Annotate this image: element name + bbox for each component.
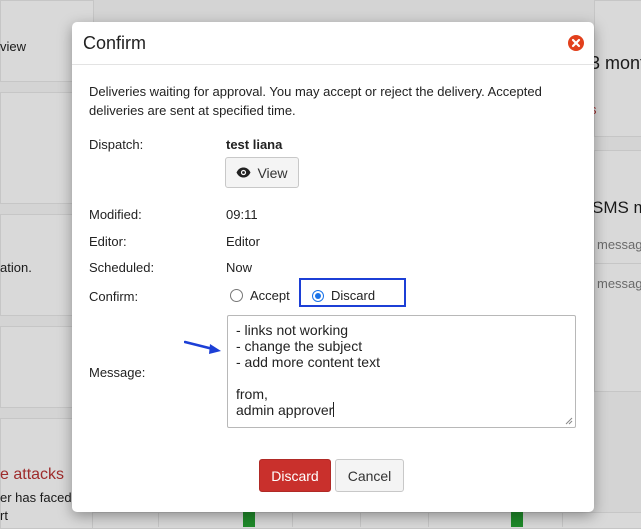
accept-radio-option[interactable]: Accept: [230, 288, 290, 303]
bg-bar: [511, 512, 523, 527]
bg-divider: [562, 512, 563, 527]
close-icon[interactable]: [568, 35, 584, 51]
dialog-header: Confirm: [72, 22, 594, 65]
discard-button[interactable]: Discard: [259, 459, 331, 492]
bg-panel: [594, 150, 641, 392]
bg-text: messag: [597, 237, 641, 252]
editor-value: Editor: [226, 234, 260, 249]
scheduled-label: Scheduled:: [89, 260, 155, 275]
dispatch-value: test liana: [226, 137, 283, 152]
scheduled-value: Now: [226, 260, 253, 275]
discard-radio-label: Discard: [331, 288, 376, 303]
eye-icon: [236, 165, 251, 181]
text-caret: [333, 402, 335, 417]
bg-text: 3 mont: [590, 53, 641, 73]
bg-divider: [428, 512, 429, 527]
bg-text: messag: [597, 276, 641, 291]
bg-divider: [158, 512, 159, 527]
bg-divider: [360, 512, 361, 527]
bg-bar: [243, 512, 255, 527]
view-button[interactable]: View: [225, 157, 299, 188]
bg-divider: [292, 512, 293, 527]
bg-text: view: [0, 39, 27, 54]
modified-label: Modified:: [89, 207, 142, 222]
message-label: Message:: [89, 365, 146, 380]
dispatch-label: Dispatch:: [89, 137, 144, 152]
bg-text: SMS m: [592, 198, 641, 217]
modified-value: 09:11: [226, 207, 258, 222]
discard-radio-option[interactable]: Discard: [312, 288, 375, 303]
resize-grip-icon[interactable]: [565, 417, 573, 425]
arrow-annotation-icon: [184, 340, 221, 354]
message-text: - links not working - change the subject…: [236, 322, 380, 418]
bg-text: rt: [0, 508, 8, 523]
editor-label: Editor:: [89, 234, 127, 249]
discard-radio[interactable]: [312, 289, 324, 302]
dialog-intro-text: Deliveries waiting for approval. You may…: [89, 84, 542, 118]
bg-text: ation.: [0, 260, 32, 275]
confirm-label: Confirm:: [89, 289, 139, 304]
accept-radio-label: Accept: [250, 288, 290, 303]
accept-radio[interactable]: [230, 289, 243, 302]
dialog-title: Confirm: [83, 33, 147, 53]
confirm-dialog: Confirm Deliveries waiting for approval.…: [72, 22, 594, 512]
bg-text: er has faced: [0, 490, 72, 505]
view-button-label: View: [257, 164, 288, 181]
bg-divider: [594, 263, 641, 264]
message-textarea[interactable]: - links not working - change the subject…: [227, 315, 576, 428]
bg-panel: [92, 512, 641, 529]
bg-heading: e attacks: [0, 466, 65, 483]
cancel-button[interactable]: Cancel: [335, 459, 404, 492]
